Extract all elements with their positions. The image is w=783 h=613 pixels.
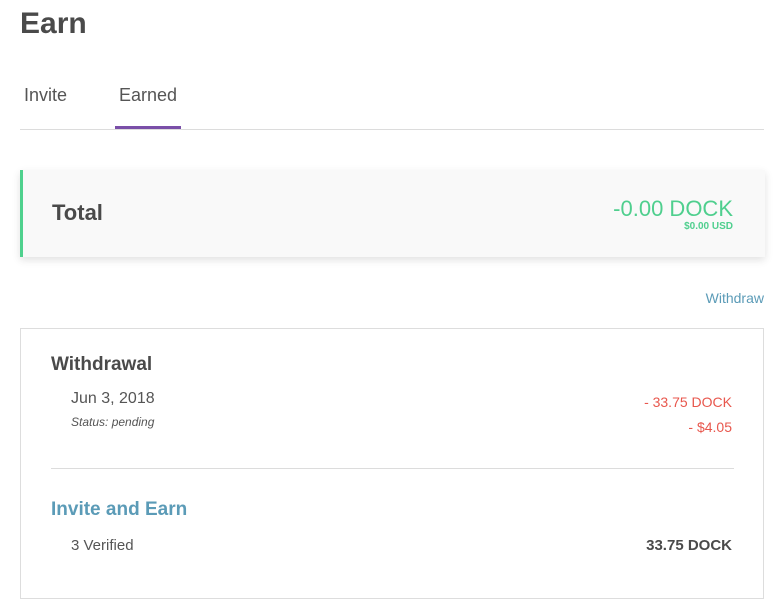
history-card: Withdrawal Jun 3, 2018 Status: pending -… — [20, 328, 764, 599]
withdrawal-title: Withdrawal — [51, 354, 153, 375]
withdrawal-dock-amount: - 33.75 DOCK — [644, 394, 732, 410]
withdrawal-usd-amount: - $4.05 — [688, 419, 732, 435]
tab-bar: Invite Earned — [20, 72, 764, 130]
verified-count: 3 Verified — [71, 537, 134, 554]
withdrawal-date: Jun 3, 2018 — [71, 390, 155, 407]
invite-dock-amount: 33.75 DOCK — [646, 537, 732, 554]
divider — [51, 468, 734, 469]
tab-earned[interactable]: Earned — [115, 72, 181, 129]
total-card: Total -0.00 DOCK $0.00 USD — [20, 170, 765, 257]
total-dock-amount: -0.00 DOCK — [613, 196, 733, 221]
total-usd-amount: $0.00 USD — [684, 221, 733, 232]
tab-invite[interactable]: Invite — [24, 72, 78, 129]
page-title: Earn — [20, 7, 87, 40]
invite-and-earn-link[interactable]: Invite and Earn — [51, 499, 187, 521]
total-label: Total — [52, 200, 103, 225]
earn-page: Earn Invite Earned Total -0.00 DOCK $0.0… — [0, 0, 783, 613]
withdraw-link[interactable]: Withdraw — [706, 290, 764, 306]
withdrawal-status: Status: pending — [71, 415, 155, 429]
